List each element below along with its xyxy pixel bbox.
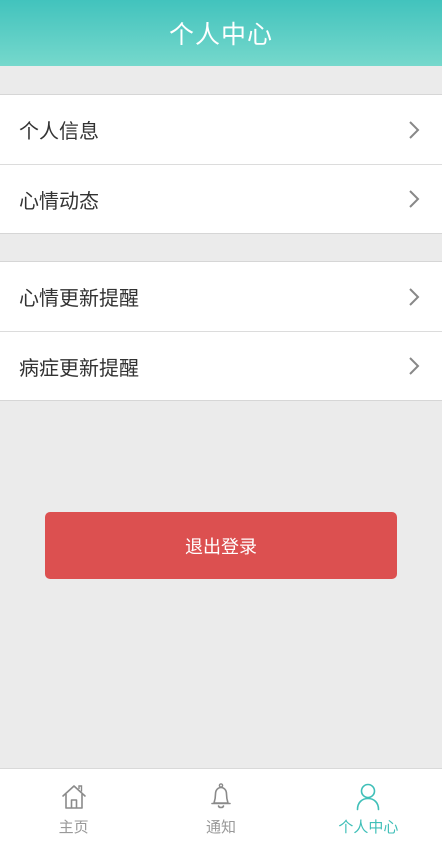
page: 个人中心 个人信息 心情动态 心情更新提醒 病症更新提醒 退出登录 主页 通知 …: [0, 0, 442, 841]
tab-label: 主页: [58, 818, 89, 836]
tab-home[interactable]: 主页: [0, 769, 147, 841]
chevron-right-icon: [409, 357, 420, 375]
tab-notifications[interactable]: 通知: [147, 769, 294, 841]
menu-item-label: 心情更新提醒: [19, 286, 139, 310]
bell-icon: [211, 783, 231, 809]
tab-bar: 主页 通知 个人中心: [0, 768, 442, 841]
user-icon: [357, 783, 380, 811]
chevron-right-icon: [409, 120, 420, 139]
header-bar: 个人中心: [0, 0, 442, 66]
menu-item-label: 个人信息: [19, 119, 99, 143]
menu-item-label: 病症更新提醒: [19, 355, 139, 380]
tab-label: 通知: [205, 818, 236, 836]
chevron-right-icon: [409, 287, 420, 306]
menu-item-mood-reminder[interactable]: 心情更新提醒: [0, 262, 442, 331]
logout-button[interactable]: 退出登录: [45, 512, 397, 579]
chevron-right-icon: [409, 190, 420, 208]
page-title: 个人中心: [168, 20, 273, 49]
menu-group-reminders: 心情更新提醒 病症更新提醒: [0, 261, 442, 401]
menu-item-symptom-reminder[interactable]: 病症更新提醒: [0, 331, 442, 400]
menu-item-label: 心情动态: [19, 188, 99, 213]
menu-item-personal-info[interactable]: 个人信息: [0, 95, 442, 164]
menu-item-mood-feed[interactable]: 心情动态: [0, 164, 442, 233]
tab-label: 个人中心: [338, 818, 399, 836]
home-icon: [61, 785, 86, 809]
tab-profile[interactable]: 个人中心: [295, 769, 442, 841]
menu-group-profile: 个人信息 心情动态: [0, 94, 442, 234]
logout-label: 退出登录: [185, 536, 257, 557]
